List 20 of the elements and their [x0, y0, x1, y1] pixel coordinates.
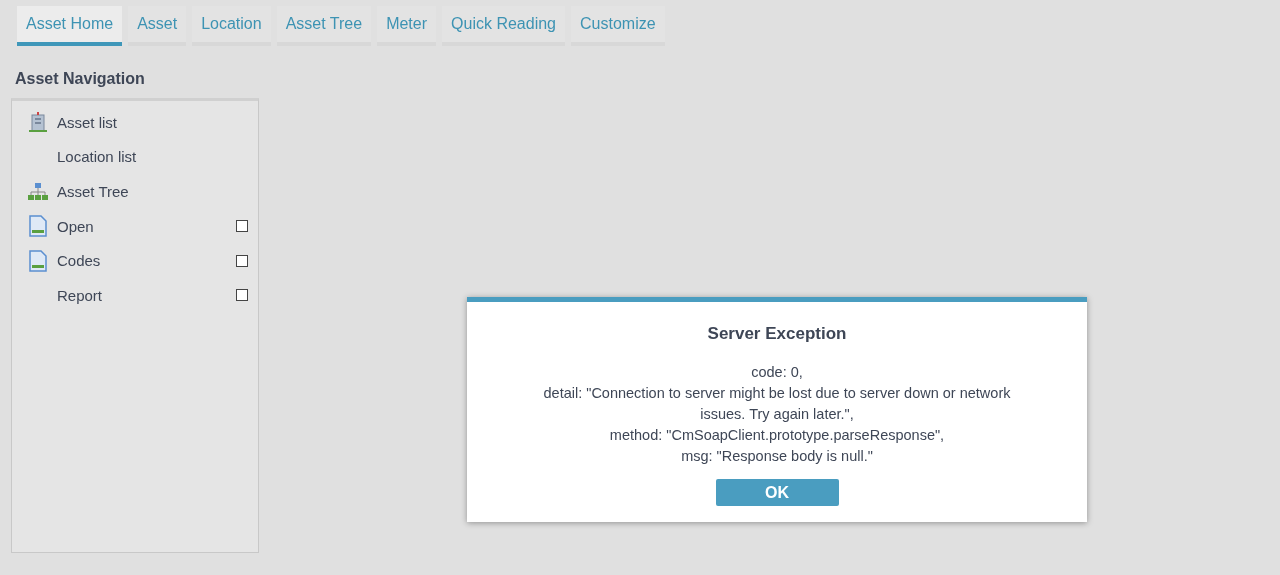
nav-link[interactable]: Report: [57, 286, 236, 304]
dialog-title: Server Exception: [707, 324, 847, 344]
error-message: code: 0,: [751, 363, 803, 382]
hierarchy-icon: [27, 180, 49, 203]
nav-link[interactable]: Asset Tree: [57, 183, 248, 200]
nav-link[interactable]: Codes: [57, 252, 236, 270]
error-message: method: "CmSoapClient.prototype.parseResponse",: [609, 426, 945, 445]
ok-button[interactable]: OK: [715, 479, 839, 506]
building-icon: [27, 111, 49, 134]
tab[interactable]: Asset Home: [17, 6, 123, 46]
nav-link[interactable]: Location list: [57, 148, 248, 166]
nav-link[interactable]: Open: [57, 217, 236, 235]
sidebar-title: Asset Navigation: [14, 69, 146, 89]
nav-link[interactable]: Asset list: [57, 113, 248, 131]
checkbox[interactable]: [236, 220, 248, 233]
error-message: msg: "Response body is null.": [681, 447, 873, 466]
document-icon: [27, 249, 49, 272]
document-icon: [27, 215, 49, 238]
checkbox[interactable]: [236, 254, 248, 267]
checkbox[interactable]: [236, 289, 248, 302]
